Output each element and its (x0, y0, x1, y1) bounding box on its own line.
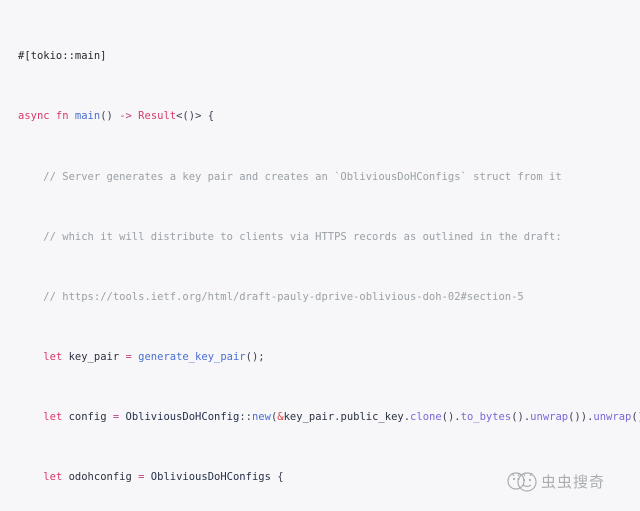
function-token: main (74, 110, 101, 123)
code-line: // which it will distribute to clients v… (18, 230, 640, 245)
method-token: unwrap (530, 411, 569, 424)
comment-token: // Server generates a key pair and creat… (43, 170, 562, 183)
punctuation-token: { (277, 471, 284, 484)
punctuation-token: <()> { (176, 110, 215, 123)
attribute-token: #[tokio::main] (18, 50, 107, 63)
method-token: to_bytes (460, 411, 512, 424)
operator-token: = (138, 471, 145, 484)
punctuation-token: () (100, 110, 113, 123)
keyword-token: let (43, 351, 63, 364)
identifier-token: odohconfig (68, 471, 132, 484)
code-screenshot: #[tokio::main] async fn main() -> Result… (0, 0, 640, 511)
keyword-token: let (43, 411, 63, 424)
code-line: let odohconfig = ObliviousDoHConfigs { (18, 470, 640, 485)
code-line: let key_pair = generate_key_pair(); (18, 350, 640, 365)
identifier-token: public_key (340, 411, 404, 424)
comment-token: // which it will distribute to clients v… (43, 230, 562, 243)
code-line: async fn main() -> Result<()> { (18, 109, 640, 124)
keyword-token: async fn (18, 110, 69, 123)
method-token: unwrap (593, 411, 632, 424)
punctuation-token: :: (239, 411, 252, 424)
operator-token: = (112, 411, 120, 424)
comment-token: // https://tools.ietf.org/html/draft-pau… (43, 290, 524, 303)
operator-token: = (125, 351, 132, 364)
code-line: let config = ObliviousDoHConfig::new(&ke… (18, 410, 640, 425)
type-token: ObliviousDoHConfigs (150, 471, 271, 484)
punctuation-token: (). (441, 411, 461, 424)
identifier-token: key_pair (283, 411, 335, 424)
function-token: generate_key_pair (138, 351, 246, 364)
identifier-token: key_pair (68, 351, 120, 364)
type-token: Result (138, 110, 177, 123)
code-line: #[tokio::main] (18, 49, 640, 64)
method-token: clone (410, 411, 442, 424)
keyword-token: let (43, 471, 63, 484)
code-line: // Server generates a key pair and creat… (18, 170, 640, 185)
function-token: new (251, 411, 271, 424)
operator-token: -> (119, 110, 132, 123)
punctuation-token: ()). (568, 411, 594, 424)
punctuation-token: (); (245, 351, 265, 364)
identifier-token: config (68, 411, 107, 424)
type-token: ObliviousDoHConfig (125, 411, 240, 424)
code-block: #[tokio::main] async fn main() -> Result… (18, 4, 640, 511)
code-line: // https://tools.ietf.org/html/draft-pau… (18, 290, 640, 305)
punctuation-token: (). (511, 411, 531, 424)
punctuation-token: (); (631, 411, 640, 424)
